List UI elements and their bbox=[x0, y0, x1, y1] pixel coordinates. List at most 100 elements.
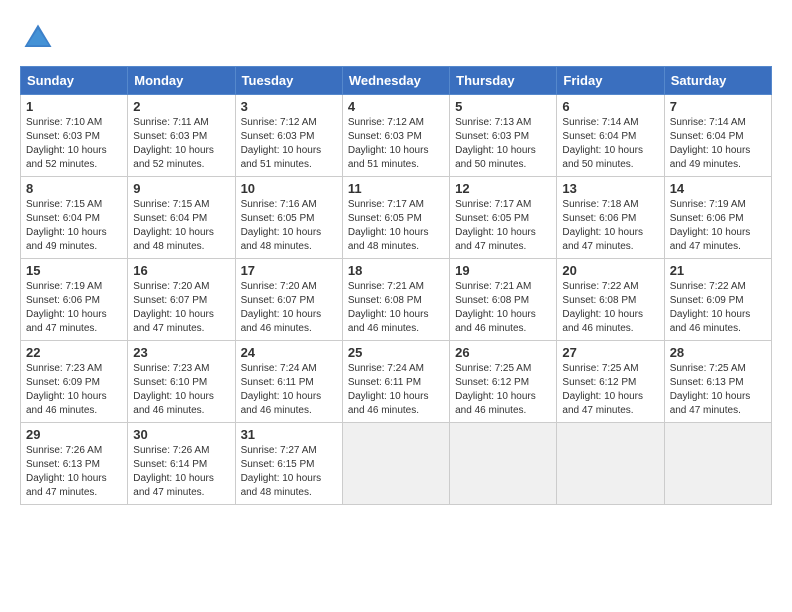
calendar-row-3: 15Sunrise: 7:19 AMSunset: 6:06 PMDayligh… bbox=[21, 259, 772, 341]
calendar-cell: 14 Sunrise: 7:19 AMSunset: 6:06 PMDayligh… bbox=[664, 177, 771, 259]
day-info: Sunrise: 7:23 AMSunset: 6:10 PMDaylight:… bbox=[133, 362, 229, 418]
calendar-row-5: 29 Sunrise: 7:26 AMSunset: 6:13 PMDayligh… bbox=[21, 423, 772, 505]
day-info: Sunrise: 7:24 AMSunset: 6:11 PMDaylight:… bbox=[348, 362, 444, 418]
weekday-wednesday: Wednesday bbox=[342, 67, 449, 95]
day-info: Sunrise: 7:27 AMSunset: 6:15 PMDaylight:… bbox=[241, 444, 337, 500]
day-info: Sunrise: 7:12 AMSunset: 6:03 PMDaylight:… bbox=[241, 116, 337, 172]
day-number: 23 bbox=[133, 345, 229, 360]
calendar-cell: 13 Sunrise: 7:18 AMSunset: 6:06 PMDayligh… bbox=[557, 177, 664, 259]
weekday-monday: Monday bbox=[128, 67, 235, 95]
day-info: Sunrise: 7:13 AMSunset: 6:03 PMDaylight:… bbox=[455, 116, 551, 172]
day-info: Sunrise: 7:16 AMSunset: 6:05 PMDaylight:… bbox=[241, 198, 337, 254]
page-header bbox=[20, 20, 772, 56]
calendar-cell: 7 Sunrise: 7:14 AMSunset: 6:04 PMDaylight… bbox=[664, 95, 771, 177]
day-number: 30 bbox=[133, 427, 229, 442]
calendar-cell: 8 Sunrise: 7:15 AMSunset: 6:04 PMDaylight… bbox=[21, 177, 128, 259]
calendar-cell: 31 Sunrise: 7:27 AMSunset: 6:15 PMDayligh… bbox=[235, 423, 342, 505]
day-info: Sunrise: 7:24 AMSunset: 6:11 PMDaylight:… bbox=[241, 362, 337, 418]
calendar-cell bbox=[342, 423, 449, 505]
day-info: Sunrise: 7:26 AMSunset: 6:14 PMDaylight:… bbox=[133, 444, 229, 500]
calendar-cell: 2 Sunrise: 7:11 AMSunset: 6:03 PMDaylight… bbox=[128, 95, 235, 177]
weekday-sunday: Sunday bbox=[21, 67, 128, 95]
day-info: Sunrise: 7:17 AMSunset: 6:05 PMDaylight:… bbox=[348, 198, 444, 254]
day-info: Sunrise: 7:21 AMSunset: 6:08 PMDaylight:… bbox=[348, 280, 444, 336]
day-info: Sunrise: 7:22 AMSunset: 6:08 PMDaylight:… bbox=[562, 280, 658, 336]
day-number: 7 bbox=[670, 99, 766, 114]
day-number: 2 bbox=[133, 99, 229, 114]
day-info: Sunrise: 7:22 AMSunset: 6:09 PMDaylight:… bbox=[670, 280, 766, 336]
calendar-cell: 20 Sunrise: 7:22 AMSunset: 6:08 PMDayligh… bbox=[557, 259, 664, 341]
day-number: 4 bbox=[348, 99, 444, 114]
day-info: Sunrise: 7:12 AMSunset: 6:03 PMDaylight:… bbox=[348, 116, 444, 172]
calendar-cell: 26 Sunrise: 7:25 AMSunset: 6:12 PMDayligh… bbox=[450, 341, 557, 423]
weekday-saturday: Saturday bbox=[664, 67, 771, 95]
calendar-cell: 21 Sunrise: 7:22 AMSunset: 6:09 PMDayligh… bbox=[664, 259, 771, 341]
day-number: 14 bbox=[670, 181, 766, 196]
day-number: 16 bbox=[133, 263, 229, 278]
calendar-cell: 11 Sunrise: 7:17 AMSunset: 6:05 PMDayligh… bbox=[342, 177, 449, 259]
day-number: 29 bbox=[26, 427, 122, 442]
day-number: 3 bbox=[241, 99, 337, 114]
calendar-cell: 27 Sunrise: 7:25 AMSunset: 6:12 PMDayligh… bbox=[557, 341, 664, 423]
calendar-cell: 12 Sunrise: 7:17 AMSunset: 6:05 PMDayligh… bbox=[450, 177, 557, 259]
weekday-thursday: Thursday bbox=[450, 67, 557, 95]
day-info: Sunrise: 7:20 AMSunset: 6:07 PMDaylight:… bbox=[241, 280, 337, 336]
day-number: 1 bbox=[26, 99, 122, 114]
day-number: 5 bbox=[455, 99, 551, 114]
day-number: 10 bbox=[241, 181, 337, 196]
calendar-cell: 6Sunrise: 7:14 AMSunset: 6:04 PMDaylight… bbox=[557, 95, 664, 177]
day-number: 25 bbox=[348, 345, 444, 360]
day-info: Sunrise: 7:25 AMSunset: 6:12 PMDaylight:… bbox=[455, 362, 551, 418]
day-info: Sunrise: 7:25 AMSunset: 6:12 PMDaylight:… bbox=[562, 362, 658, 418]
day-info: Sunrise: 7:14 AMSunset: 6:04 PMDaylight:… bbox=[670, 116, 766, 172]
calendar: SundayMondayTuesdayWednesdayThursdayFrid… bbox=[20, 66, 772, 505]
day-number: 20 bbox=[562, 263, 658, 278]
day-info: Sunrise: 7:25 AMSunset: 6:13 PMDaylight:… bbox=[670, 362, 766, 418]
calendar-cell: 16 Sunrise: 7:20 AMSunset: 6:07 PMDayligh… bbox=[128, 259, 235, 341]
day-number: 19 bbox=[455, 263, 551, 278]
day-number: 31 bbox=[241, 427, 337, 442]
calendar-cell bbox=[450, 423, 557, 505]
day-info: Sunrise: 7:15 AMSunset: 6:04 PMDaylight:… bbox=[26, 198, 122, 254]
calendar-row-4: 22 Sunrise: 7:23 AMSunset: 6:09 PMDayligh… bbox=[21, 341, 772, 423]
day-number: 9 bbox=[133, 181, 229, 196]
weekday-header-row: SundayMondayTuesdayWednesdayThursdayFrid… bbox=[21, 67, 772, 95]
calendar-cell: 22 Sunrise: 7:23 AMSunset: 6:09 PMDayligh… bbox=[21, 341, 128, 423]
calendar-cell: 24 Sunrise: 7:24 AMSunset: 6:11 PMDayligh… bbox=[235, 341, 342, 423]
calendar-cell: 19 Sunrise: 7:21 AMSunset: 6:08 PMDayligh… bbox=[450, 259, 557, 341]
day-info: Sunrise: 7:18 AMSunset: 6:06 PMDaylight:… bbox=[562, 198, 658, 254]
day-info: Sunrise: 7:15 AMSunset: 6:04 PMDaylight:… bbox=[133, 198, 229, 254]
day-info: Sunrise: 7:11 AMSunset: 6:03 PMDaylight:… bbox=[133, 116, 229, 172]
day-number: 22 bbox=[26, 345, 122, 360]
day-info: Sunrise: 7:19 AMSunset: 6:06 PMDaylight:… bbox=[670, 198, 766, 254]
calendar-cell: 9 Sunrise: 7:15 AMSunset: 6:04 PMDaylight… bbox=[128, 177, 235, 259]
weekday-friday: Friday bbox=[557, 67, 664, 95]
day-number: 24 bbox=[241, 345, 337, 360]
calendar-cell: 30 Sunrise: 7:26 AMSunset: 6:14 PMDayligh… bbox=[128, 423, 235, 505]
day-number: 8 bbox=[26, 181, 122, 196]
day-number: 27 bbox=[562, 345, 658, 360]
day-info: Sunrise: 7:10 AMSunset: 6:03 PMDaylight:… bbox=[26, 116, 122, 172]
calendar-cell: 3 Sunrise: 7:12 AMSunset: 6:03 PMDaylight… bbox=[235, 95, 342, 177]
calendar-cell bbox=[557, 423, 664, 505]
calendar-row-2: 8 Sunrise: 7:15 AMSunset: 6:04 PMDaylight… bbox=[21, 177, 772, 259]
day-info: Sunrise: 7:23 AMSunset: 6:09 PMDaylight:… bbox=[26, 362, 122, 418]
day-number: 28 bbox=[670, 345, 766, 360]
day-number: 13 bbox=[562, 181, 658, 196]
calendar-cell: 18Sunrise: 7:21 AMSunset: 6:08 PMDayligh… bbox=[342, 259, 449, 341]
calendar-cell: 29 Sunrise: 7:26 AMSunset: 6:13 PMDayligh… bbox=[21, 423, 128, 505]
calendar-cell: 28 Sunrise: 7:25 AMSunset: 6:13 PMDayligh… bbox=[664, 341, 771, 423]
calendar-cell: 1 Sunrise: 7:10 AMSunset: 6:03 PMDaylight… bbox=[21, 95, 128, 177]
day-info: Sunrise: 7:21 AMSunset: 6:08 PMDaylight:… bbox=[455, 280, 551, 336]
day-info: Sunrise: 7:14 AMSunset: 6:04 PMDaylight:… bbox=[562, 116, 658, 172]
calendar-cell: 15Sunrise: 7:19 AMSunset: 6:06 PMDayligh… bbox=[21, 259, 128, 341]
day-info: Sunrise: 7:26 AMSunset: 6:13 PMDaylight:… bbox=[26, 444, 122, 500]
day-number: 11 bbox=[348, 181, 444, 196]
day-info: Sunrise: 7:17 AMSunset: 6:05 PMDaylight:… bbox=[455, 198, 551, 254]
day-info: Sunrise: 7:20 AMSunset: 6:07 PMDaylight:… bbox=[133, 280, 229, 336]
calendar-cell: 25 Sunrise: 7:24 AMSunset: 6:11 PMDayligh… bbox=[342, 341, 449, 423]
day-number: 21 bbox=[670, 263, 766, 278]
day-number: 26 bbox=[455, 345, 551, 360]
calendar-cell: 10 Sunrise: 7:16 AMSunset: 6:05 PMDayligh… bbox=[235, 177, 342, 259]
day-number: 12 bbox=[455, 181, 551, 196]
